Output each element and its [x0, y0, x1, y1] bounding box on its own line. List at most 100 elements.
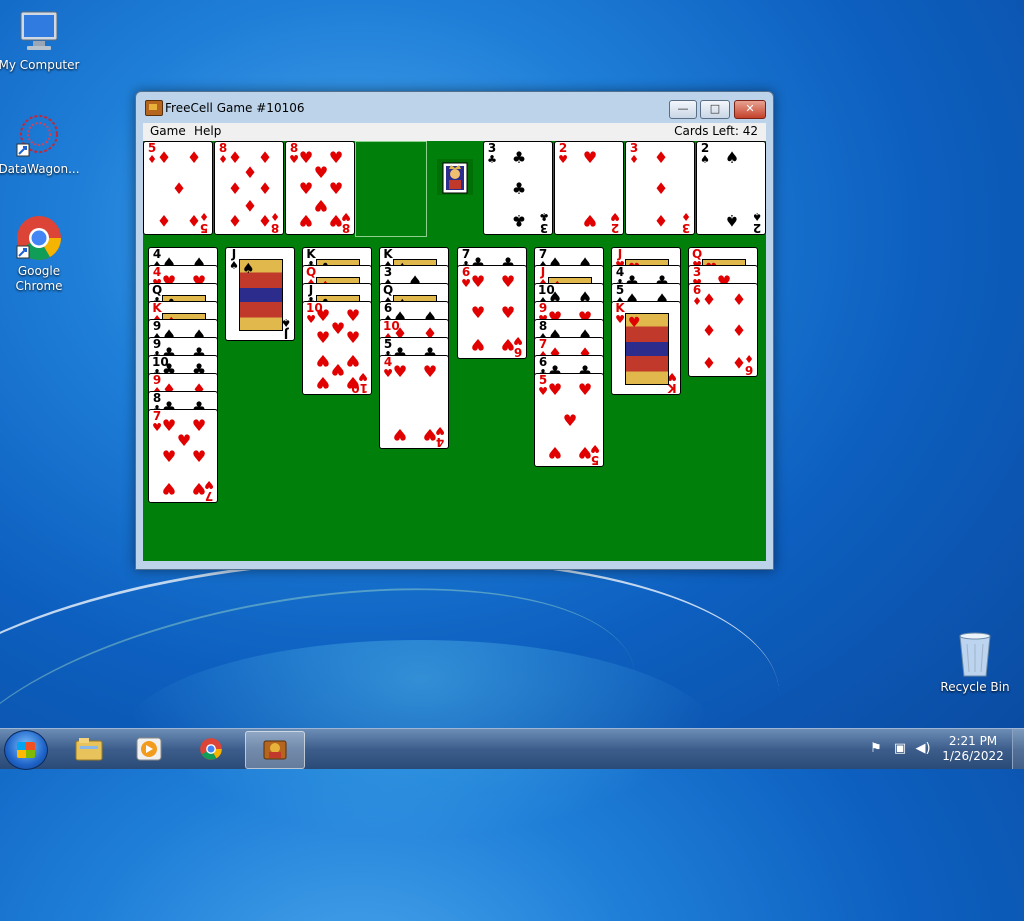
foundation-card[interactable]: 3 ♦ 3 ♦ ♦ ♦ ♦ [625, 141, 695, 235]
card-suit-icon: ♣ [487, 153, 497, 166]
card-suit-icon: ♠ [229, 259, 239, 272]
card-suit-icon: ♦ [681, 210, 691, 223]
card-pip: ♥ [328, 148, 344, 167]
card-pip: ♦ [227, 211, 243, 230]
card-pip: ♥ [330, 319, 346, 338]
card-pip: ♥ [345, 328, 361, 347]
card-rank: 7 ♥ [152, 410, 162, 434]
card-suit-icon: ♦ [218, 153, 228, 166]
card-rank-text: 3 [681, 221, 691, 235]
network-icon[interactable]: ▣ [892, 741, 908, 757]
desktop-icon-my-computer[interactable]: My Computer [0, 8, 81, 73]
free-cell-card[interactable]: 8 ♦ 8 ♦ ♦ ♦ ♦ ♦ ♦ ♦ ♦ ♦ [214, 141, 284, 235]
window-titlebar[interactable]: FreeCell Game #10106 — □ ✕ [136, 92, 773, 119]
menu-help[interactable]: Help [194, 124, 221, 138]
card-suit-icon: ♠ [242, 261, 255, 277]
tableau-card[interactable]: 5 ♥ 5 ♥ ♥ ♥ ♥ ♥ ♥ [534, 373, 604, 467]
taskbar-media-player[interactable] [120, 731, 178, 767]
card-suit-icon: ♥ [289, 153, 299, 166]
card-pip: ♠ [724, 148, 740, 167]
card-suit-icon: ♥ [615, 313, 625, 326]
card-suit-icon: ♥ [306, 313, 316, 326]
card-rank: 6 ♦ [692, 284, 702, 307]
card-pip: ♥ [547, 443, 563, 462]
tableau-card[interactable]: 6 ♦ 6 ♦ ♦ ♦ ♦ ♦ ♦ ♦ [688, 283, 758, 377]
card-pip: ♦ [242, 163, 258, 182]
card-suit-icon: ♦ [147, 153, 157, 166]
card-pip: ♦ [701, 321, 717, 340]
recycle-bin-icon [951, 630, 999, 678]
card-suit-icon: ♥ [538, 385, 548, 398]
card-rank: 5 ♥ [538, 374, 548, 398]
taskbar-chrome[interactable] [182, 731, 240, 767]
card-pip: ♥ [315, 351, 331, 370]
card-pip: ♥ [547, 380, 563, 399]
foundation-card[interactable]: 3 ♣ 3 ♣ ♣ ♣ ♣ [483, 141, 553, 235]
card-rank: 3 ♦ [681, 210, 691, 235]
card-pip: ♥ [345, 306, 361, 325]
action-center-icon[interactable]: ⚑ [868, 741, 884, 757]
card-rank: 2 ♥ [610, 210, 620, 234]
volume-icon[interactable]: ◀) [915, 741, 931, 757]
card-rank: J ♠ [229, 248, 239, 272]
tableau-card[interactable]: J ♠ J ♠ ♠ [225, 247, 295, 341]
card-rank-text: J [283, 327, 289, 341]
tableau-card[interactable]: 4♥4♥♥♥♥♥ [379, 355, 449, 449]
start-button[interactable] [4, 730, 48, 770]
card-suit-icon: ♠ [700, 153, 710, 166]
maximize-button[interactable]: □ [700, 100, 730, 119]
card-pip: ♦ [171, 179, 187, 198]
card-pip: ♥ [328, 211, 344, 230]
desktop-icon-label: Recycle Bin [940, 680, 1010, 694]
card-pip: ♦ [186, 211, 202, 230]
desktop-icon-datawagon[interactable]: DataWagon... [0, 112, 81, 177]
card-pip: ♣ [511, 179, 527, 198]
card-rank: 2 ♥ [558, 142, 568, 166]
free-cell-empty[interactable] [355, 141, 427, 237]
desktop-icon-chrome[interactable]: Google Chrome [0, 214, 81, 294]
card-pip: ♥ [313, 196, 329, 215]
foundation-card[interactable]: 2 ♠ 2 ♠ ♠ ♠ [696, 141, 766, 235]
taskbar-explorer[interactable] [60, 731, 118, 767]
taskbar-freecell[interactable] [245, 731, 305, 769]
card-pip: ♥ [315, 306, 331, 325]
free-cell-card[interactable]: 5 ♦ 5 ♦ ♦ ♦ ♦ ♦ ♦ [143, 141, 213, 235]
card-pip: ♦ [731, 353, 747, 372]
card-pip: ♦ [227, 179, 243, 198]
card-pip: ♥ [392, 425, 408, 444]
show-desktop-button[interactable] [1012, 729, 1024, 769]
windows-explorer-icon [75, 736, 103, 762]
tableau-card[interactable]: 6 ♥ 6 ♥ ♥ ♥ ♥ ♥ ♥ ♥ [457, 265, 527, 359]
card-pip: ♥ [298, 148, 314, 167]
card-suit-icon: ♥ [152, 421, 162, 434]
menu-game[interactable]: Game [150, 124, 186, 138]
free-cell-card[interactable]: 8 ♥ 8 ♥ ♥ ♥ ♥ ♥ ♥ ♥ ♥ ♥ [285, 141, 355, 235]
card-rank: K ♥ [615, 302, 625, 326]
card-pip: ♥ [330, 360, 346, 379]
card-pip: ♥ [161, 479, 177, 498]
close-button[interactable]: ✕ [734, 100, 766, 119]
clock-date: 1/26/2022 [942, 749, 1004, 763]
card-suit-icon: ♥ [558, 153, 568, 166]
card-rank: 5 ♦ [147, 142, 157, 166]
card-rank: 4♥ [383, 356, 393, 379]
desktop-icon-recycle-bin[interactable]: Recycle Bin [933, 630, 1017, 695]
card-rank: 10 ♥ [306, 302, 323, 326]
card-rank: 8 ♥ [289, 142, 299, 166]
minimize-button[interactable]: — [669, 100, 697, 119]
foundation-card[interactable]: 2 ♥ 2 ♥ ♥ ♥ [554, 141, 624, 235]
card-suit-icon: ♥ [628, 315, 641, 331]
card-pip: ♦ [257, 211, 273, 230]
tableau-card[interactable]: 10 ♥ 10 ♥ ♥ ♥ ♥ ♥ ♥ ♥ ♥ ♥ ♥ ♥ [302, 301, 372, 395]
freecell-window: FreeCell Game #10106 — □ ✕ Game Help Car… [135, 91, 774, 570]
card-pip: ♥ [298, 179, 314, 198]
card-pip: ♥ [470, 335, 486, 354]
system-clock[interactable]: 2:21 PM 1/26/2022 [938, 734, 1008, 764]
tableau-card[interactable]: K ♥ K ♥ ♥ [611, 301, 681, 395]
tableau-card[interactable]: 7 ♥ 7 ♥ ♥ ♥ ♥ ♥ ♥ ♥ ♥ [148, 409, 218, 503]
card-pip: ♦ [227, 148, 243, 167]
chrome-icon [197, 736, 225, 762]
card-pip: ♦ [257, 179, 273, 198]
king-icon [437, 159, 473, 195]
card-pip: ♥ [315, 373, 331, 392]
